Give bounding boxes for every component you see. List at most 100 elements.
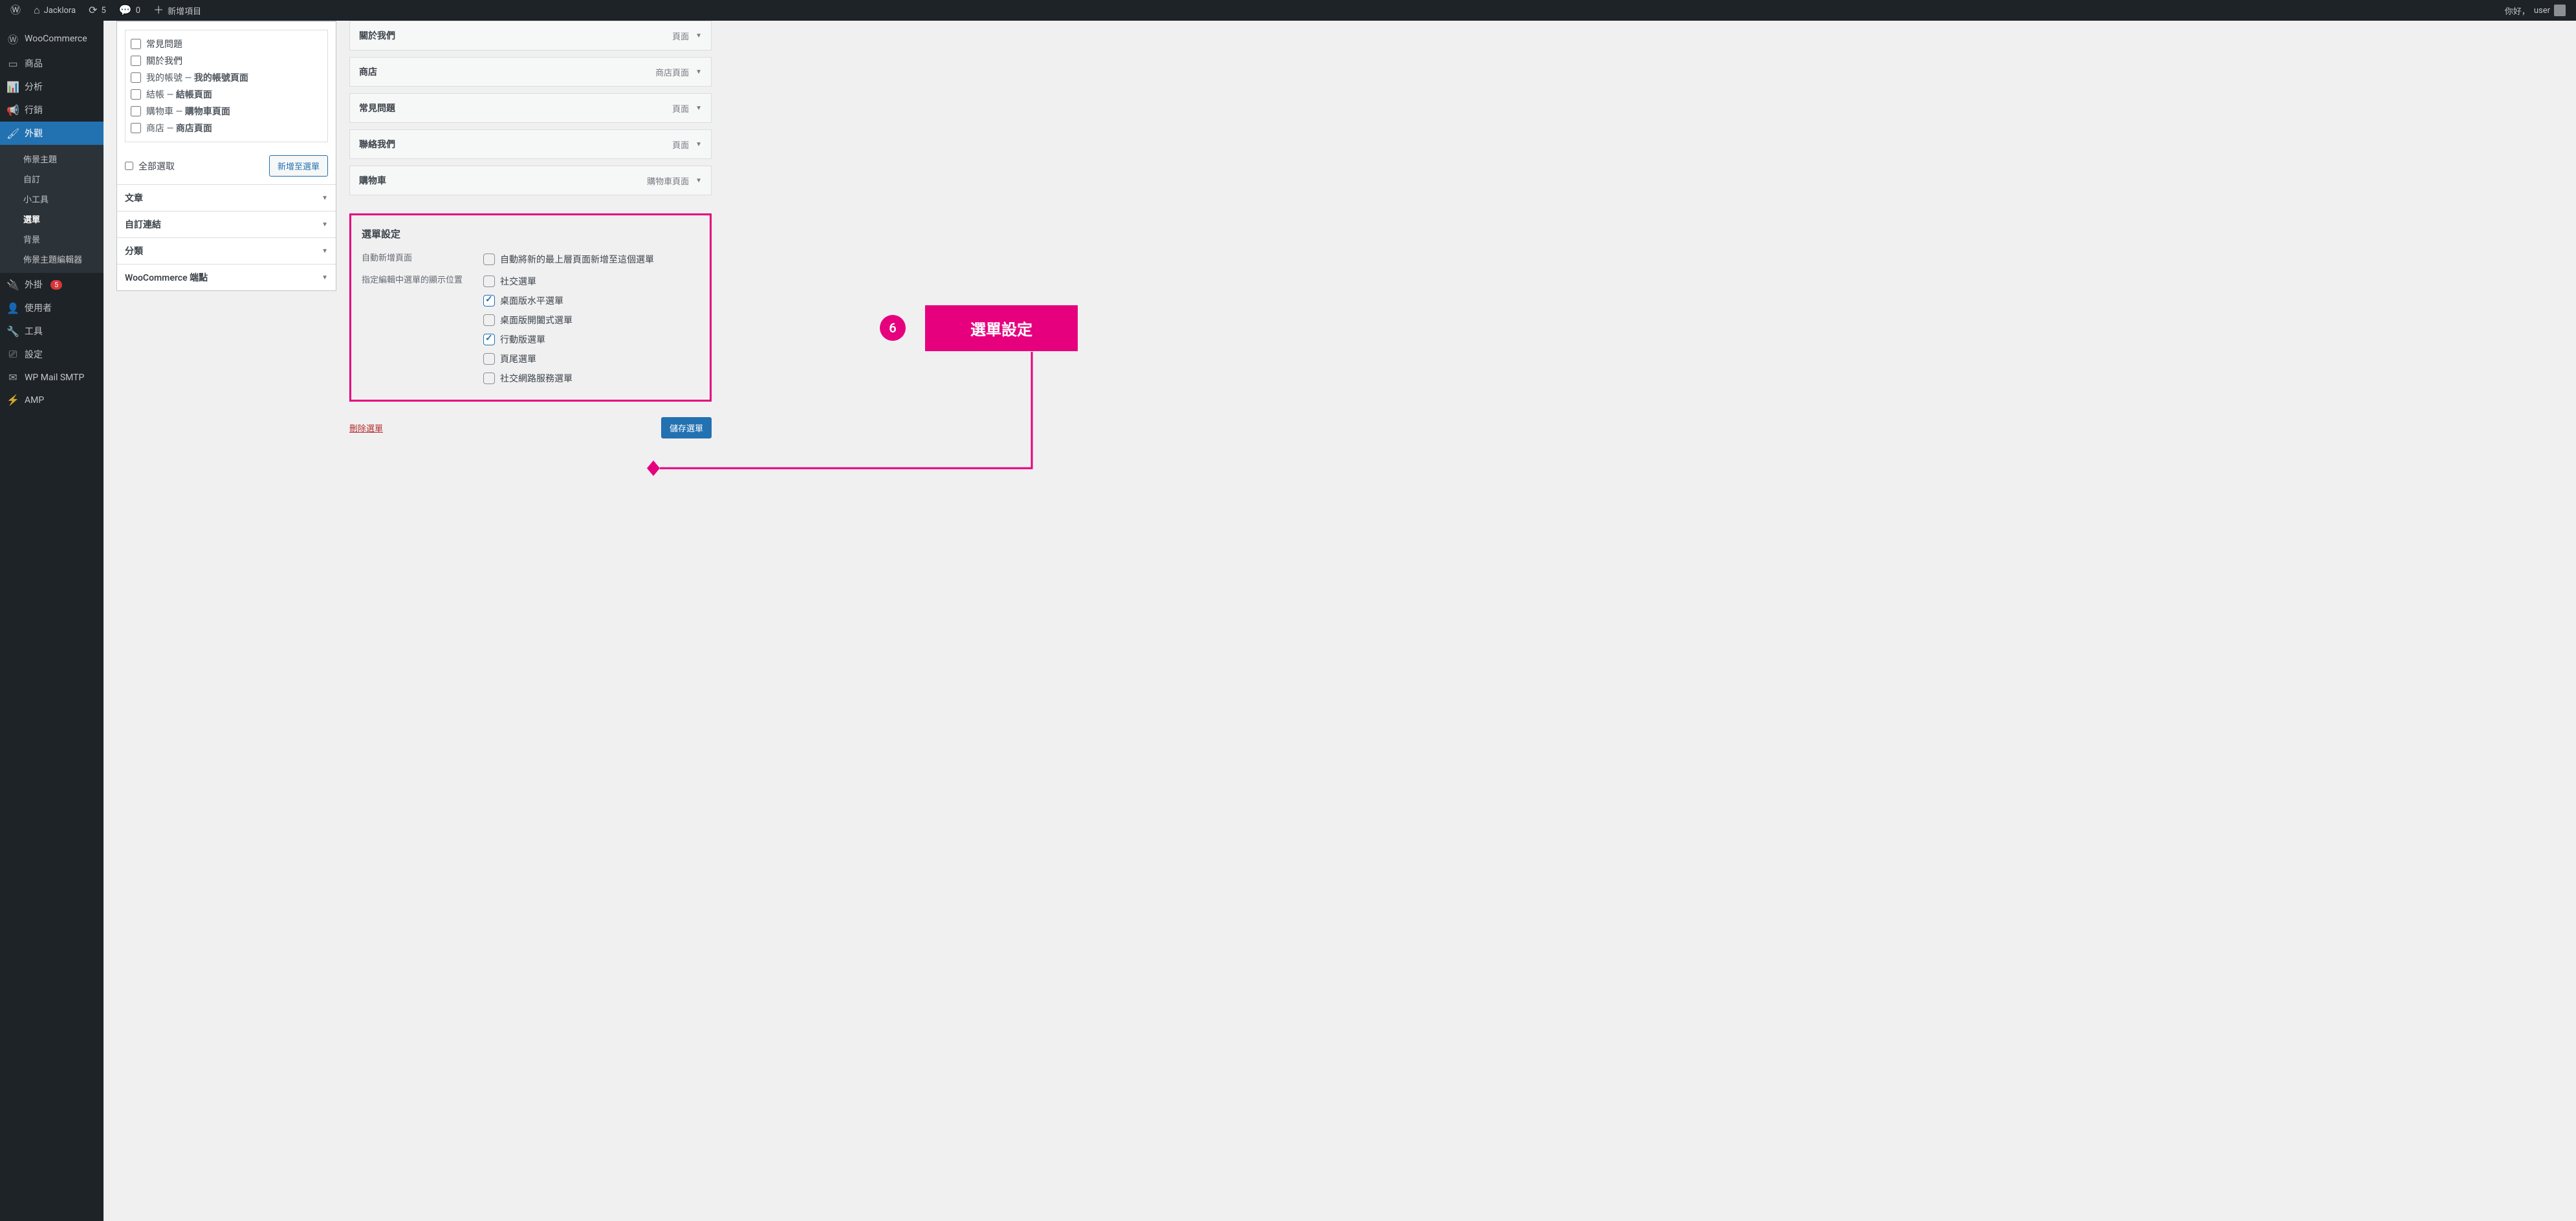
checkbox[interactable] bbox=[131, 39, 141, 49]
user-greeting[interactable]: 你好， user bbox=[2500, 0, 2571, 21]
location-option[interactable]: 頁尾選單 bbox=[483, 349, 699, 369]
menu-structure-item[interactable]: 購物車購物車頁面▼ bbox=[349, 166, 712, 195]
sidebar-item-plugins[interactable]: 🔌外掛5 bbox=[0, 273, 104, 296]
accordion-categories[interactable]: 分類 ▼ bbox=[117, 237, 336, 264]
comment-icon: 💬 bbox=[119, 5, 132, 16]
menu-item-type: 商店頁面▼ bbox=[655, 66, 702, 78]
select-all[interactable]: 全部選取 bbox=[125, 160, 175, 173]
caret-down-icon: ▼ bbox=[695, 177, 702, 184]
menu-item-title: 常見問題 bbox=[359, 102, 395, 114]
menu-structure-item[interactable]: 商店商店頁面▼ bbox=[349, 57, 712, 87]
caret-down-icon: ▼ bbox=[695, 32, 702, 39]
wp-logo[interactable]: Ⓦ bbox=[5, 0, 26, 21]
location-option[interactable]: 桌面版開闔式選單 bbox=[483, 310, 699, 330]
menu-item-title: 關於我們 bbox=[359, 29, 395, 42]
location-option[interactable]: 桌面版水平選單 bbox=[483, 291, 699, 310]
save-menu-button[interactable]: 儲存選單 bbox=[661, 417, 712, 438]
submenu-widgets[interactable]: 小工具 bbox=[0, 189, 104, 209]
submenu-customize[interactable]: 自訂 bbox=[0, 169, 104, 189]
site-name-label: Jacklora bbox=[44, 6, 76, 16]
submenu-menus[interactable]: 選單 bbox=[0, 209, 104, 229]
brush-icon: 🖌 bbox=[6, 127, 19, 140]
checkbox[interactable] bbox=[131, 72, 141, 83]
main-content: 常見問題 關於我們 我的帳號 — 我的帳號頁面 結帳 — 結帳頁面 購物車 — … bbox=[104, 21, 2576, 1221]
menu-item-type: 購物車頁面▼ bbox=[647, 175, 702, 187]
page-label: 結帳 — 結帳頁面 bbox=[146, 88, 212, 101]
accordion-posts[interactable]: 文章▼ bbox=[117, 184, 336, 211]
submenu-appearance: 佈景主題 自訂 小工具 選單 背景 佈景主題編輯器 bbox=[0, 145, 104, 273]
auto-add-option[interactable]: 自動將新的最上層頁面新增至這個選單 bbox=[483, 250, 699, 269]
sidebar-item-products[interactable]: ▭ 商品 bbox=[0, 52, 104, 75]
menu-footer: 刪除選單 儲存選單 bbox=[349, 417, 712, 438]
sidebar-item-marketing[interactable]: 📢行銷 bbox=[0, 98, 104, 122]
new-label: 新增項目 bbox=[168, 5, 201, 17]
comments[interactable]: 💬0 bbox=[114, 0, 146, 21]
metabox-pages: 常見問題 關於我們 我的帳號 — 我的帳號頁面 結帳 — 結帳頁面 購物車 — … bbox=[116, 21, 336, 291]
wrench-icon: 🔧 bbox=[6, 325, 19, 338]
delete-menu-link[interactable]: 刪除選單 bbox=[349, 422, 383, 434]
submenu-background[interactable]: 背景 bbox=[0, 229, 104, 249]
location-option[interactable]: 行動版選單 bbox=[483, 330, 699, 349]
page-option[interactable]: 我的帳號 — 我的帳號頁面 bbox=[131, 69, 322, 86]
sidebar-item-analytics[interactable]: 📊 分析 bbox=[0, 75, 104, 98]
accordion-label: 分類 bbox=[125, 244, 143, 257]
menu-structure-item[interactable]: 聯絡我們頁面▼ bbox=[349, 129, 712, 159]
page-option[interactable]: 常見問題 bbox=[131, 36, 322, 52]
submenu-themes[interactable]: 佈景主題 bbox=[0, 149, 104, 169]
annotation-label: 選單設定 bbox=[925, 305, 1078, 351]
sidebar-item-tools[interactable]: 🔧工具 bbox=[0, 319, 104, 343]
checkbox[interactable] bbox=[483, 295, 495, 307]
sidebar-item-wpmail[interactable]: ✉WP Mail SMTP bbox=[0, 366, 104, 389]
pages-checklist[interactable]: 常見問題 關於我們 我的帳號 — 我的帳號頁面 結帳 — 結帳頁面 購物車 — … bbox=[125, 30, 328, 142]
sidebar-item-settings[interactable]: ⎚設定 bbox=[0, 343, 104, 366]
location-option[interactable]: 社交選單 bbox=[483, 272, 699, 291]
page-option[interactable]: 商店 — 商店頁面 bbox=[131, 120, 322, 136]
analytics-icon: 📊 bbox=[6, 81, 19, 93]
page-option[interactable]: 購物車 — 購物車頁面 bbox=[131, 103, 322, 120]
checkbox[interactable] bbox=[483, 334, 495, 345]
sidebar-label: 外觀 bbox=[25, 127, 43, 140]
checkbox[interactable] bbox=[483, 254, 495, 265]
checkbox[interactable] bbox=[131, 56, 141, 66]
checkbox[interactable] bbox=[131, 123, 141, 133]
opt-label: 自動將新的最上層頁面新增至這個選單 bbox=[500, 253, 654, 266]
accordion-woocommerce[interactable]: WooCommerce 端點▼ bbox=[117, 264, 336, 290]
add-to-menu-button[interactable]: 新增至選單 bbox=[269, 155, 328, 177]
greeting-text: 你好， bbox=[2505, 5, 2530, 17]
checkbox[interactable] bbox=[483, 314, 495, 326]
page-label: 我的帳號 — 我的帳號頁面 bbox=[146, 71, 248, 84]
accordion-custom-links[interactable]: 自訂連結▼ bbox=[117, 211, 336, 237]
page-option[interactable]: 關於我們 bbox=[131, 52, 322, 69]
sidebar-label: 分析 bbox=[25, 80, 43, 93]
checkbox[interactable] bbox=[483, 276, 495, 287]
sidebar-item-woocommerce[interactable]: ⓌWooCommerce bbox=[0, 26, 104, 52]
menu-structure-item[interactable]: 關於我們 頁面▼ bbox=[349, 21, 712, 50]
sidebar-item-users[interactable]: 👤使用者 bbox=[0, 296, 104, 319]
page-label: 關於我們 bbox=[146, 54, 182, 67]
updates[interactable]: ⟳5 bbox=[83, 0, 111, 21]
plus-icon: ＋ bbox=[153, 5, 164, 16]
select-all-label: 全部選取 bbox=[138, 160, 175, 173]
plugins-badge: 5 bbox=[50, 280, 62, 290]
checkbox[interactable] bbox=[131, 106, 141, 116]
checkbox[interactable] bbox=[125, 162, 133, 170]
caret-down-icon: ▼ bbox=[322, 221, 328, 228]
location-option[interactable]: 社交網路服務選單 bbox=[483, 369, 699, 388]
opt-label: 社交選單 bbox=[500, 275, 536, 288]
products-icon: ▭ bbox=[6, 58, 19, 70]
checkbox[interactable] bbox=[131, 89, 141, 100]
sidebar-label: 商品 bbox=[25, 57, 43, 70]
checkbox[interactable] bbox=[483, 373, 495, 384]
site-name[interactable]: ⌂Jacklora bbox=[28, 0, 81, 21]
menu-structure: 關於我們 頁面▼ 商店商店頁面▼ 常見問題頁面▼ 聯絡我們頁面▼ 購物車購物車頁面▼ bbox=[349, 21, 712, 195]
caret-down-icon: ▼ bbox=[322, 248, 328, 255]
checkbox[interactable] bbox=[483, 353, 495, 365]
new-content[interactable]: ＋ 新增項目 bbox=[148, 0, 206, 21]
menu-structure-item[interactable]: 常見問題頁面▼ bbox=[349, 93, 712, 123]
sidebar-item-amp[interactable]: ⚡AMP bbox=[0, 389, 104, 411]
sidebar-item-appearance[interactable]: 🖌 外觀 bbox=[0, 122, 104, 145]
page-option[interactable]: 結帳 — 結帳頁面 bbox=[131, 86, 322, 103]
menu-item-type: 頁面▼ bbox=[672, 30, 702, 42]
comments-count: 0 bbox=[136, 6, 140, 16]
submenu-theme-editor[interactable]: 佈景主題編輯器 bbox=[0, 249, 104, 269]
